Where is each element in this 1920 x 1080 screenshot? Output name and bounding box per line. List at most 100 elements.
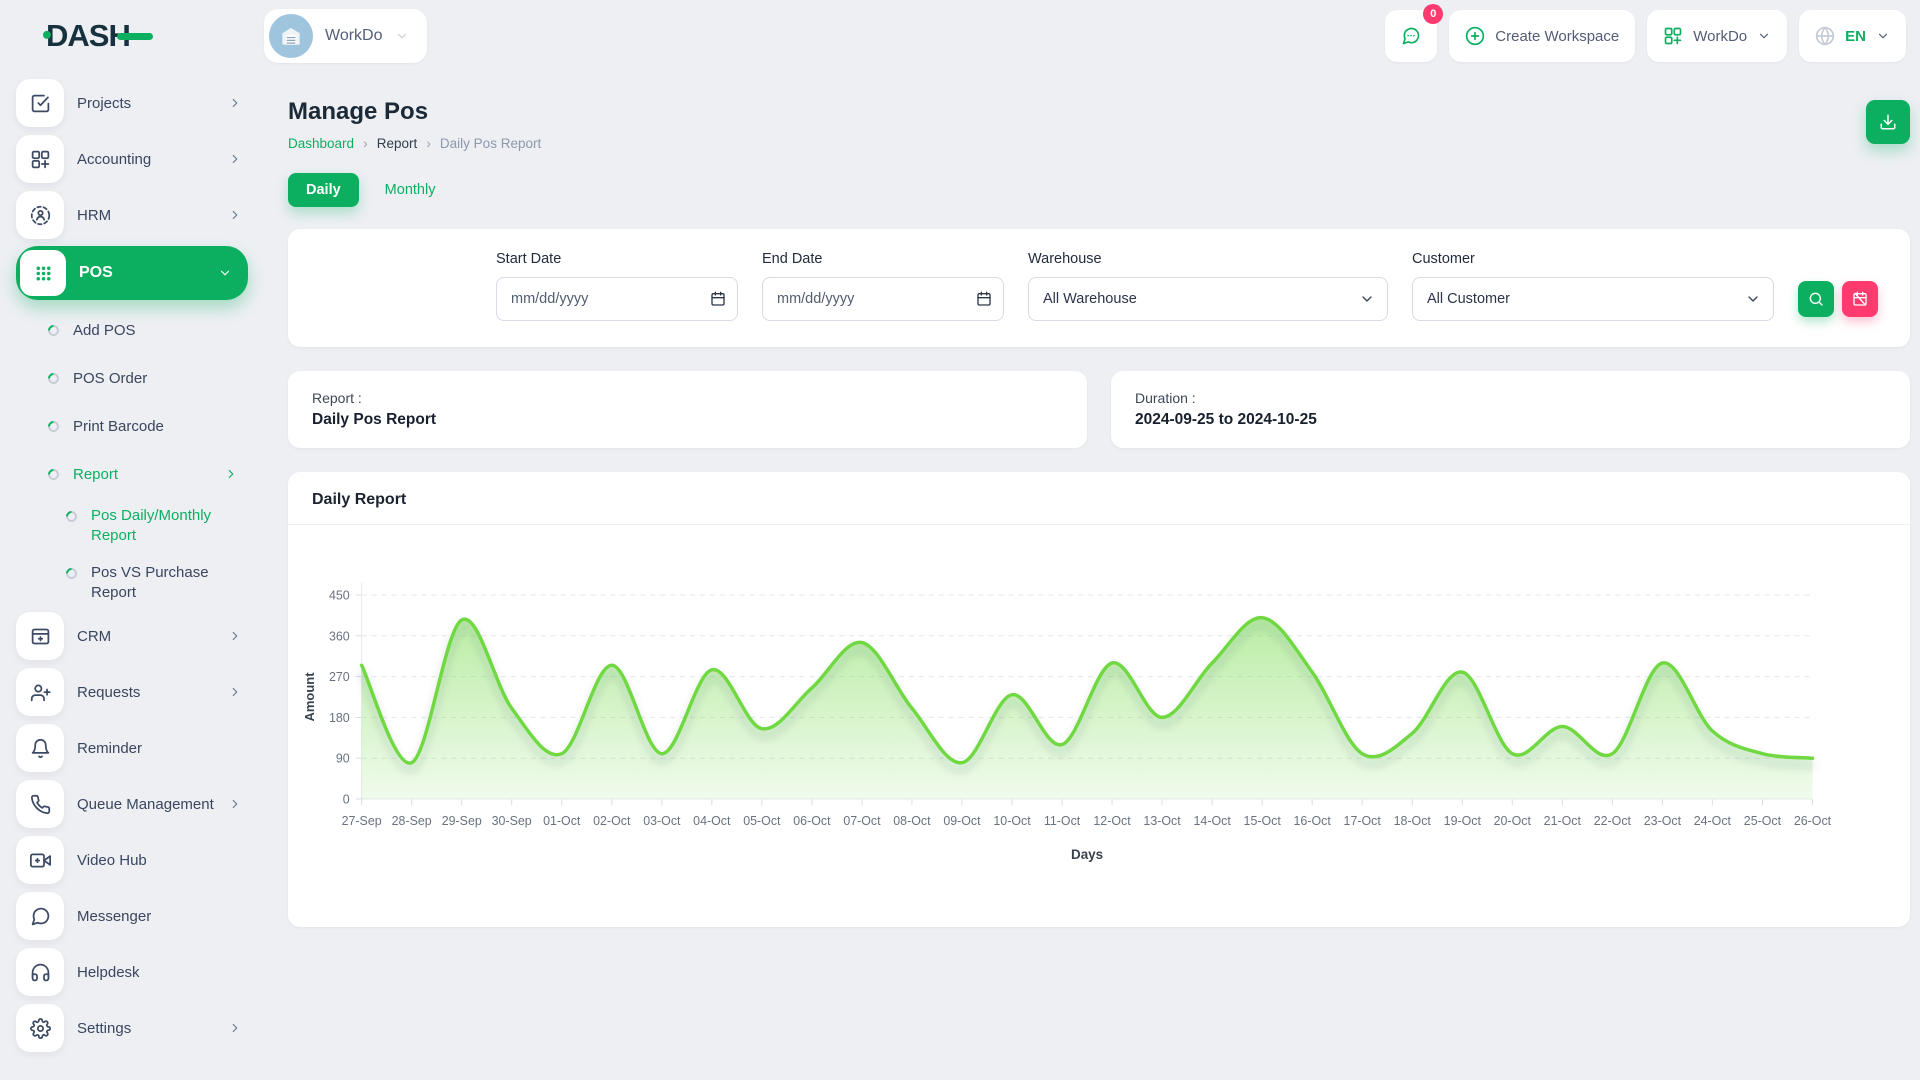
warehouse-selected-value: All Warehouse [1043, 291, 1137, 307]
messages-button[interactable]: 0 [1385, 10, 1437, 62]
breadcrumb-report[interactable]: Report [377, 136, 418, 151]
sidebar-item-pos-vs-purchase-report[interactable]: Pos VS Purchase Report [16, 555, 248, 612]
svg-text:06-Oct: 06-Oct [793, 814, 831, 828]
sidebar-item-accounting[interactable]: Accounting [16, 134, 248, 184]
sidebar-item-label: Projects [77, 95, 131, 112]
chart-title: Daily Report [312, 491, 1886, 509]
sidebar-item-label: POS Order [73, 370, 147, 387]
sidebar-item-reminder[interactable]: Reminder [16, 723, 248, 773]
chevron-right-icon [228, 629, 242, 643]
reminder-icon [16, 724, 64, 772]
projects-icon [16, 79, 64, 127]
end-date-label: End Date [762, 251, 1004, 267]
report-value: Daily Pos Report [312, 411, 1063, 429]
main-content: Manage Pos Dashboard › Report › Daily Po… [264, 72, 1920, 1080]
sidebar-item-pos-daily-monthly-report[interactable]: Pos Daily/Monthly Report [16, 498, 248, 555]
sidebar-item-report[interactable]: Report [16, 450, 248, 498]
sidebar-item-settings[interactable]: Settings [16, 1003, 248, 1053]
workspace-avatar [269, 14, 313, 58]
warehouse-select[interactable]: All Warehouse [1028, 277, 1388, 321]
svg-text:21-Oct: 21-Oct [1544, 814, 1582, 828]
sidebar-item-label: Reminder [77, 740, 142, 757]
start-date-input[interactable] [496, 277, 738, 321]
settings-icon [16, 1004, 64, 1052]
sidebar-item-pos-order[interactable]: POS Order [16, 354, 248, 402]
bullet-icon [46, 322, 62, 338]
svg-text:01-Oct: 01-Oct [543, 814, 581, 828]
workspace-switcher[interactable]: WorkDo [264, 9, 427, 63]
sidebar-item-messenger[interactable]: Messenger [16, 891, 248, 941]
apply-filter-button[interactable] [1798, 281, 1834, 317]
tab-monthly[interactable]: Monthly [367, 173, 454, 207]
dash-logo[interactable]: DASH [46, 18, 153, 54]
sidebar-item-video-hub[interactable]: Video Hub [16, 835, 248, 885]
svg-text:16-Oct: 16-Oct [1294, 814, 1332, 828]
sidebar-item-crm[interactable]: CRM [16, 611, 248, 661]
language-code: EN [1845, 28, 1866, 45]
report-period-tabs: Daily Monthly [288, 173, 1910, 207]
svg-text:09-Oct: 09-Oct [943, 814, 981, 828]
customer-select[interactable]: All Customer [1412, 277, 1774, 321]
search-icon [1808, 291, 1824, 307]
sidebar-item-queue-management[interactable]: Queue Management [16, 779, 248, 829]
svg-text:02-Oct: 02-Oct [593, 814, 631, 828]
svg-text:10-Oct: 10-Oct [993, 814, 1031, 828]
svg-text:28-Sep: 28-Sep [392, 814, 432, 828]
bullet-icon [46, 370, 62, 386]
svg-text:90: 90 [336, 752, 350, 766]
svg-text:24-Oct: 24-Oct [1694, 814, 1732, 828]
svg-text:08-Oct: 08-Oct [893, 814, 931, 828]
sidebar-item-hrm[interactable]: HRM [16, 190, 248, 240]
video-hub-icon [16, 836, 64, 884]
reset-filter-button[interactable] [1842, 281, 1878, 317]
tab-daily[interactable]: Daily [288, 173, 359, 207]
end-date-input[interactable] [762, 277, 1004, 321]
sidebar-item-add-pos[interactable]: Add POS [16, 306, 248, 354]
language-selector[interactable]: EN [1799, 10, 1906, 62]
start-date-label: Start Date [496, 251, 738, 267]
workspace-menu-button[interactable]: WorkDo [1647, 10, 1787, 62]
sidebar-item-print-barcode[interactable]: Print Barcode [16, 402, 248, 450]
download-icon [1879, 113, 1897, 131]
filters-card: Start Date End Date Warehouse All Wareho… [288, 229, 1910, 347]
svg-text:23-Oct: 23-Oct [1644, 814, 1682, 828]
svg-text:270: 270 [329, 670, 350, 684]
svg-text:450: 450 [329, 588, 350, 602]
messenger-icon [16, 892, 64, 940]
svg-text:20-Oct: 20-Oct [1494, 814, 1532, 828]
requests-icon [16, 668, 64, 716]
breadcrumb: Dashboard › Report › Daily Pos Report [288, 135, 541, 151]
svg-text:360: 360 [329, 629, 350, 643]
sidebar-item-helpdesk[interactable]: Helpdesk [16, 947, 248, 997]
chevron-right-icon [228, 797, 242, 811]
create-workspace-label: Create Workspace [1495, 28, 1619, 45]
sidebar-item-pos[interactable]: POS [16, 246, 248, 300]
sidebar-item-label: CRM [77, 628, 111, 645]
chevron-down-icon [1359, 291, 1375, 307]
create-workspace-button[interactable]: Create Workspace [1449, 10, 1635, 62]
sidebar-item-projects[interactable]: Projects [16, 78, 248, 128]
sidebar-item-requests[interactable]: Requests [16, 667, 248, 717]
pos-icon [20, 250, 66, 296]
svg-text:26-Oct: 26-Oct [1794, 814, 1832, 828]
daily-report-chart: 09018027036045027-Sep28-Sep29-Sep30-Sep0… [288, 525, 1910, 919]
logo-dash-icon [117, 33, 153, 40]
sidebar-item-label: POS [79, 264, 113, 282]
svg-text:25-Oct: 25-Oct [1744, 814, 1782, 828]
download-report-button[interactable] [1866, 100, 1910, 144]
breadcrumb-dashboard[interactable]: Dashboard [288, 136, 354, 151]
duration-label: Duration : [1135, 390, 1886, 406]
chevron-right-icon [228, 685, 242, 699]
chevron-down-icon [395, 29, 409, 43]
svg-text:17-Oct: 17-Oct [1344, 814, 1382, 828]
svg-text:04-Oct: 04-Oct [693, 814, 731, 828]
svg-text:07-Oct: 07-Oct [843, 814, 881, 828]
warehouse-label: Warehouse [1028, 251, 1388, 267]
svg-text:11-Oct: 11-Oct [1044, 814, 1081, 828]
svg-text:19-Oct: 19-Oct [1444, 814, 1482, 828]
svg-text:15-Oct: 15-Oct [1244, 814, 1282, 828]
workspace-name: WorkDo [325, 27, 383, 45]
chevron-right-icon [228, 152, 242, 166]
crm-icon [16, 612, 64, 660]
hrm-icon [16, 191, 64, 239]
